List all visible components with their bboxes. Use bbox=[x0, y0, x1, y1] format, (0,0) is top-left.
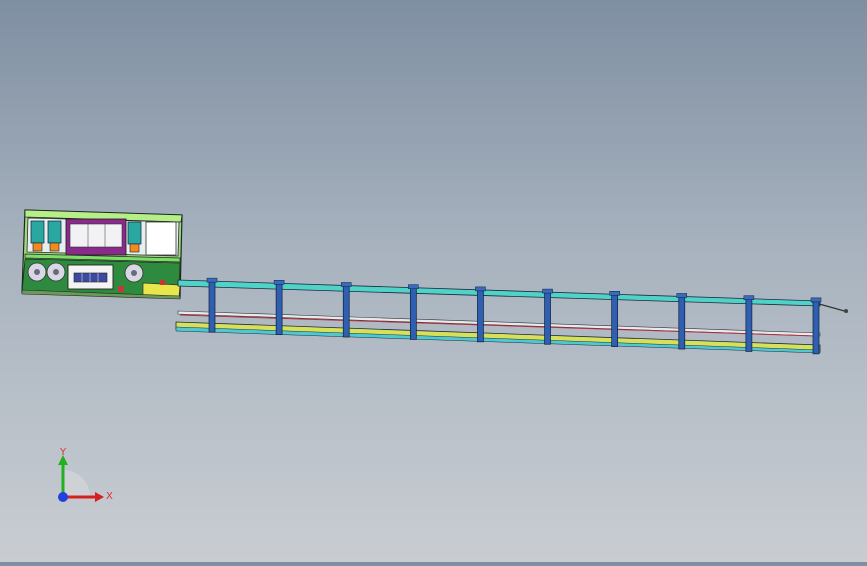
conveyor-post-cap bbox=[206, 277, 218, 283]
conveyor-post-cap bbox=[676, 293, 688, 298]
conveyor-post bbox=[544, 290, 551, 345]
conveyor-post bbox=[611, 292, 619, 347]
motor-left bbox=[30, 220, 45, 252]
model-canvas[interactable]: X Y bbox=[0, 0, 867, 562]
conveyor-post bbox=[812, 299, 820, 355]
conveyor-post bbox=[477, 288, 484, 343]
conveyor-post-cap bbox=[542, 288, 553, 294]
conveyor-post bbox=[208, 279, 216, 333]
conveyor-post bbox=[275, 281, 283, 335]
coordinate-triad: X Y bbox=[58, 447, 113, 502]
motor-right bbox=[127, 221, 142, 253]
conveyor-post bbox=[342, 284, 350, 338]
y-axis-label: Y bbox=[59, 447, 67, 458]
conveyor-post-cap bbox=[340, 282, 352, 287]
gear-left bbox=[27, 262, 47, 282]
conveyor-post-cap bbox=[743, 295, 755, 300]
gear-middle bbox=[46, 262, 66, 282]
gear-right bbox=[124, 263, 144, 283]
conveyor-post-cap bbox=[810, 297, 822, 303]
conveyor-post-cap bbox=[408, 284, 419, 289]
conveyor-post bbox=[678, 295, 686, 350]
machine-housing[interactable] bbox=[21, 209, 183, 300]
x-axis-label: X bbox=[106, 491, 113, 502]
conveyor-post-cap bbox=[475, 286, 486, 292]
cad-graphics-viewport[interactable]: X Y bbox=[0, 0, 867, 562]
conveyor-post bbox=[409, 286, 417, 340]
conveyor-post-cap bbox=[609, 291, 620, 296]
conveyor-post bbox=[745, 297, 753, 352]
conveyor-post-cap bbox=[273, 280, 285, 285]
conveyor-section[interactable] bbox=[175, 277, 849, 355]
motor-middle bbox=[47, 220, 62, 252]
z-axis-dot bbox=[58, 492, 68, 502]
